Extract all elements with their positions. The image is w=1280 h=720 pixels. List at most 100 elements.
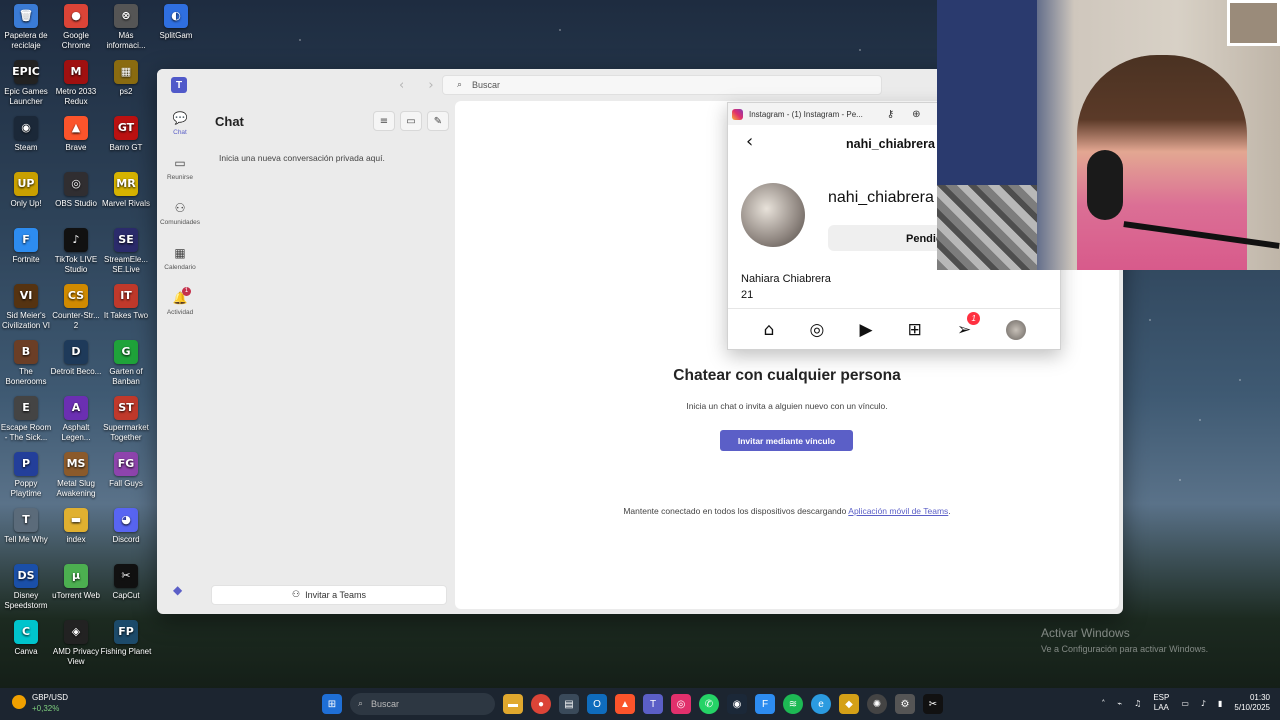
language-indicator[interactable]: ESP LAA — [1153, 693, 1169, 713]
mic-icon[interactable]: ♫ — [1134, 699, 1141, 708]
desktop-icon[interactable]: IT It Takes Two — [100, 284, 152, 321]
display-icon[interactable]: ▭ — [1181, 699, 1189, 708]
edge-icon[interactable]: e — [811, 694, 831, 714]
meet-now-icon[interactable]: ▭ — [400, 111, 422, 131]
desktop-icon[interactable]: SE StreamEle... SE.Live — [100, 228, 152, 275]
desktop-icon[interactable]: ▬ index — [50, 508, 102, 545]
game-icon[interactable]: ◆ — [839, 694, 859, 714]
zoom-icon[interactable]: ⊕ — [912, 109, 920, 120]
new-conversation-hint[interactable]: Inicia una nueva conversación privada aq… — [219, 153, 385, 163]
rail-item-meet[interactable]: ▭ Reunirse — [157, 156, 203, 181]
key-icon[interactable]: ⚷ — [887, 109, 894, 120]
desktop-icon[interactable]: D Detroit Beco... — [50, 340, 102, 377]
rail-item-communities[interactable]: ⚇ Comunidades — [157, 201, 203, 226]
new-chat-icon[interactable]: ✎ — [427, 111, 449, 131]
rail-label: Calendario — [164, 264, 196, 271]
desktop-icon[interactable]: A Asphalt Legen... — [50, 396, 102, 443]
desktop-icon[interactable]: 🗑 Papelera de reciclaje — [0, 4, 52, 51]
chat-toolbar: ≡ ▭ ✎ — [373, 111, 449, 131]
desktop-icon[interactable]: GT Barro GT — [100, 116, 152, 153]
desktop-icon[interactable]: E Escape Room - The Sick... — [0, 396, 52, 443]
file-explorer-icon[interactable]: ▬ — [503, 694, 523, 714]
rail-item-chat[interactable]: 💬 Chat — [157, 111, 203, 136]
rail-item-activity[interactable]: 🔔 1 Actividad — [157, 287, 203, 316]
back-arrow-icon[interactable]: ‹ — [746, 131, 753, 152]
taskbar-search[interactable]: ⌕ Buscar — [350, 693, 495, 715]
desktop-icon[interactable]: P Poppy Playtime — [0, 452, 52, 499]
messages-icon[interactable]: ➢ 1 — [957, 312, 981, 340]
instagram-icon[interactable]: ◎ — [671, 694, 691, 714]
premium-gem-icon[interactable]: ◆ — [173, 583, 182, 597]
add-person-icon: ⚇ — [292, 590, 301, 600]
outlook-icon[interactable]: O — [587, 694, 607, 714]
start-icon[interactable]: ⊞ — [322, 694, 342, 714]
chrome-icon[interactable]: ● — [531, 694, 551, 714]
desktop-icon[interactable]: ◎ OBS Studio — [50, 172, 102, 209]
explore-icon[interactable]: ◎ — [809, 320, 824, 340]
desktop-icon-label: Fishing Planet — [100, 647, 152, 656]
fortnite-icon[interactable]: F — [755, 694, 775, 714]
profile-bio: 21 — [741, 289, 754, 301]
invite-to-teams-button[interactable]: ⚇ Invitar a Teams — [211, 585, 447, 605]
desktop-icon[interactable]: DS Disney Speedstorm — [0, 564, 52, 611]
desktop-icon[interactable]: G Garten of Banban — [100, 340, 152, 387]
chatgpt-icon[interactable]: ✺ — [867, 694, 887, 714]
teams-icon[interactable]: T — [643, 694, 663, 714]
steam-icon[interactable]: ◉ — [727, 694, 747, 714]
settings-icon[interactable]: ⚙ — [895, 694, 915, 714]
lang-code: ESP — [1153, 693, 1170, 702]
my-profile-avatar[interactable] — [1006, 320, 1027, 340]
teams-search-input[interactable]: ⌕ Buscar — [442, 75, 882, 95]
desktop-icon[interactable]: FP Fishing Planet — [100, 620, 152, 657]
desktop-icon[interactable]: ▲ Brave — [50, 116, 102, 153]
reels-icon[interactable]: ▶ — [859, 320, 872, 340]
brave-icon[interactable]: ▲ — [615, 694, 635, 714]
desktop-icon[interactable]: T Tell Me Why — [0, 508, 52, 545]
webcam-shorts — [937, 185, 1037, 270]
rail-item-calendar[interactable]: ▦ Calendario — [157, 246, 203, 271]
desktop-icon[interactable]: M Metro 2033 Redux — [50, 60, 102, 107]
desktop-icon[interactable]: F Fortnite — [0, 228, 52, 265]
profile-avatar[interactable] — [741, 183, 805, 247]
desktop-icon-label: Poppy Playtime — [10, 479, 42, 498]
volume-icon[interactable]: ♪ — [1201, 699, 1206, 708]
desktop-icon-label: StreamEle... SE.Live — [103, 255, 148, 274]
battery-icon[interactable]: ▮ — [1218, 699, 1222, 708]
desktop-icon[interactable]: µ uTorrent Web — [50, 564, 102, 601]
desktop-icon[interactable]: ⊗ Más informaci... — [100, 4, 152, 51]
desktop-icon[interactable]: ◈ AMD Privacy View — [50, 620, 102, 667]
desktop-icon[interactable]: ▦ ps2 — [100, 60, 152, 97]
desktop-icon[interactable]: MR Marvel Rivals — [100, 172, 152, 209]
store-icon[interactable]: ▤ — [559, 694, 579, 714]
desktop-icon[interactable]: ● Google Chrome — [50, 4, 102, 51]
desktop-icon[interactable]: ◉ Steam — [0, 116, 52, 153]
capcut-icon[interactable]: ✂ — [923, 694, 943, 714]
create-icon[interactable]: ⊞ — [908, 320, 922, 340]
mobile-app-text: Mantente conectado en todos los disposit… — [623, 506, 847, 516]
market-widget[interactable]: GBP/USD +0,32% — [12, 692, 68, 714]
filter-icon[interactable]: ≡ — [373, 111, 395, 131]
desktop-icon[interactable]: ♪ TikTok LIVE Studio — [50, 228, 102, 275]
clock[interactable]: 01:30 5/10/2025 — [1234, 693, 1270, 713]
invite-link-button[interactable]: Invitar mediante vínculo — [720, 430, 853, 451]
nav-arrows-icon[interactable]: ‹ › — [399, 78, 444, 93]
desktop-icon[interactable]: MS Metal Slug Awakening — [50, 452, 102, 499]
desktop-icon[interactable]: ◐ SplitGam — [150, 4, 202, 41]
network-icon[interactable]: ⌁ — [1117, 699, 1122, 708]
mobile-app-link[interactable]: Aplicación móvil de Teams — [848, 506, 948, 516]
desktop-icon[interactable]: VI Sid Meier's Civilization VI — [0, 284, 52, 331]
desktop-icon[interactable]: ◕ Discord — [100, 508, 152, 545]
desktop-icon[interactable]: EPIC Epic Games Launcher — [0, 60, 52, 107]
desktop-icon[interactable]: C Canva — [0, 620, 52, 657]
desktop-icon[interactable]: CS Counter-Str... 2 — [50, 284, 102, 331]
messages-badge: 1 — [967, 312, 981, 325]
desktop-icon[interactable]: FG Fall Guys — [100, 452, 152, 489]
spotify-icon[interactable]: ≋ — [783, 694, 803, 714]
desktop-icon[interactable]: ST Supermarket Together — [100, 396, 152, 443]
chevron-up-icon[interactable]: ˄ — [1101, 699, 1105, 708]
desktop-icon[interactable]: ✂ CapCut — [100, 564, 152, 601]
whatsapp-icon[interactable]: ✆ — [699, 694, 719, 714]
desktop-icon[interactable]: B The Bonerooms — [0, 340, 52, 387]
desktop-icon[interactable]: UP Only Up! — [0, 172, 52, 209]
home-icon[interactable]: ⌂ — [764, 320, 775, 340]
